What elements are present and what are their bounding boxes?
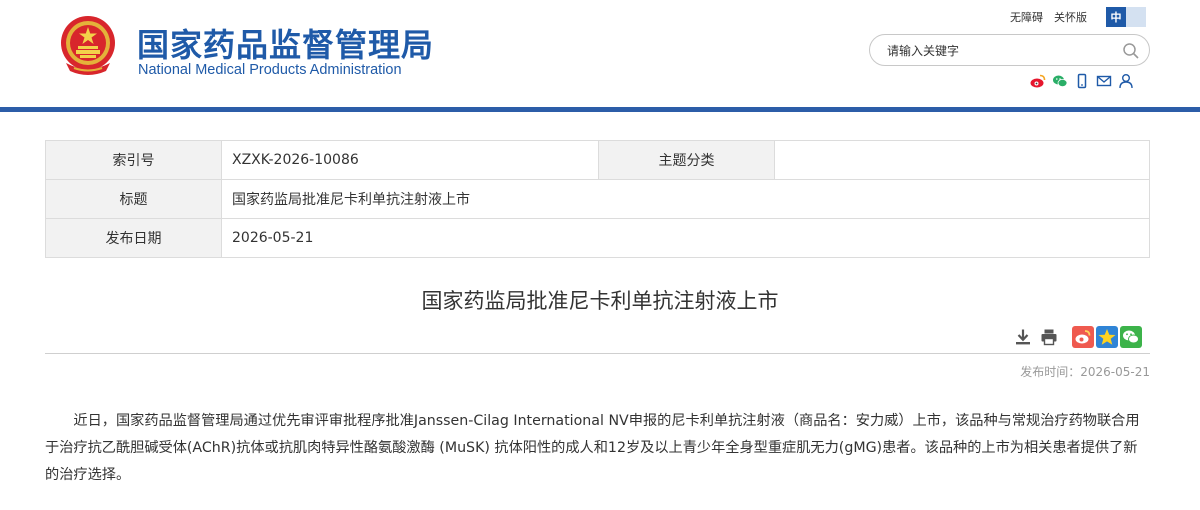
table-row: 标题 国家药监局批准尼卡利单抗注射液上市 xyxy=(45,179,1150,219)
table-row: 发布日期 2026-05-21 xyxy=(45,218,1150,258)
article-tools xyxy=(1014,326,1142,348)
share-wechat-icon[interactable] xyxy=(1120,326,1142,348)
mobile-icon[interactable] xyxy=(1074,73,1090,89)
metadata-table: 索引号 XZXK-2026-10086 主题分类 标题 国家药监局批准尼卡利单抗… xyxy=(45,140,1150,258)
accessibility-link[interactable]: 无障碍 xyxy=(1010,9,1043,25)
user-icon[interactable] xyxy=(1118,73,1134,89)
national-emblem-icon[interactable] xyxy=(56,13,120,79)
article-body: 近日，国家药品监督管理局通过优先审评审批程序批准Janssen-Cilag In… xyxy=(45,413,1140,483)
category-value xyxy=(774,140,1150,180)
site-title-en[interactable]: National Medical Products Administration xyxy=(138,62,402,78)
title-label: 标题 xyxy=(45,179,222,219)
title-divider xyxy=(45,353,1150,354)
mail-icon[interactable] xyxy=(1096,73,1112,89)
header-divider xyxy=(0,107,1200,112)
search-icon[interactable] xyxy=(1122,42,1140,60)
lang-en-button[interactable] xyxy=(1126,7,1146,27)
social-links xyxy=(1030,73,1134,89)
wechat-icon[interactable] xyxy=(1052,73,1068,89)
table-row: 索引号 XZXK-2026-10086 主题分类 xyxy=(45,140,1150,180)
index-value: XZXK-2026-10086 xyxy=(221,140,599,180)
elderly-mode-link[interactable]: 关怀版 xyxy=(1054,9,1087,25)
title-value: 国家药监局批准尼卡利单抗注射液上市 xyxy=(221,179,1150,219)
weibo-icon[interactable] xyxy=(1030,73,1046,89)
date-label: 发布日期 xyxy=(45,218,222,258)
top-links: 无障碍 关怀版 中 xyxy=(1010,7,1146,27)
search-box xyxy=(869,34,1150,66)
category-label: 主题分类 xyxy=(598,140,775,180)
lang-zh-button[interactable]: 中 xyxy=(1106,7,1126,27)
share-weibo-icon[interactable] xyxy=(1072,326,1094,348)
download-icon[interactable] xyxy=(1014,328,1032,346)
publish-time: 发布时间：2026-05-21 xyxy=(1020,365,1150,379)
site-title-cn[interactable]: 国家药品监督管理局 xyxy=(137,20,434,66)
search-input[interactable] xyxy=(887,42,1107,59)
article-title: 国家药监局批准尼卡利单抗注射液上市 xyxy=(421,289,779,313)
site-header: 国家药品监督管理局 National Medical Products Admi… xyxy=(0,0,1200,107)
print-icon[interactable] xyxy=(1040,328,1058,346)
date-value: 2026-05-21 xyxy=(221,218,1150,258)
share-qzone-icon[interactable] xyxy=(1096,326,1118,348)
index-label: 索引号 xyxy=(45,140,222,180)
